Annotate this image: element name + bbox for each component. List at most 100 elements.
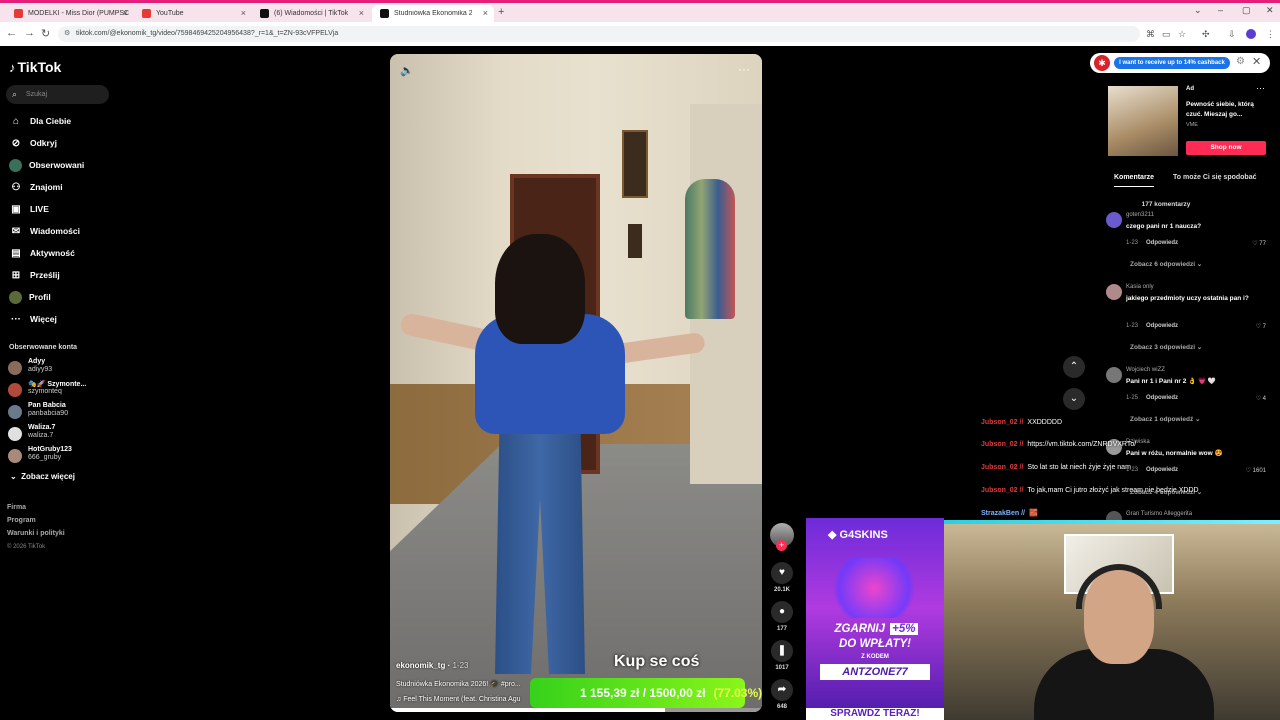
comment-user[interactable]: goten3211 [1126, 212, 1154, 218]
nav-label: LIVE [30, 204, 49, 214]
comment-item: Wojciech wiZZ Pani nr 1 i Pani nr 2 👌 💗 … [1106, 367, 1270, 407]
close-icon[interactable]: × [123, 8, 128, 18]
avatar[interactable] [1106, 284, 1122, 300]
nav-item-for-you[interactable]: ⌂ Dla Ciebie [9, 112, 71, 130]
close-icon[interactable]: × [483, 8, 488, 18]
nav-item-messages[interactable]: ✉ Wiadomości [9, 222, 80, 240]
see-more-label: Zobacz więcej [21, 472, 75, 481]
comment-like-button[interactable]: ♡ 1601 [1246, 467, 1266, 474]
new-tab-button[interactable]: + [498, 6, 504, 18]
back-button[interactable]: ← [6, 27, 17, 39]
search-input[interactable]: ⌕ Szukaj [6, 85, 109, 104]
comment-like-button[interactable]: ♡ 77 [1252, 240, 1266, 247]
tab-title: YouTube [156, 10, 184, 17]
nav-item-profile[interactable]: Profil [9, 288, 51, 306]
close-window-button[interactable]: ✕ [1266, 5, 1274, 16]
reload-button[interactable]: ↻ [41, 27, 50, 40]
footer-link-company[interactable]: Firma [7, 504, 26, 511]
nav-item-activity[interactable]: ▤ Aktywność [9, 244, 75, 262]
view-replies-button[interactable]: Zobacz 1 odpowiedź ⌄ [1130, 415, 1200, 423]
comment-user[interactable]: Wojciech wiZZ [1126, 367, 1165, 373]
like-button[interactable]: ♥ 20.1K [770, 562, 794, 593]
footer-link-program[interactable]: Program [7, 517, 36, 524]
close-icon[interactable]: × [241, 8, 246, 18]
share-button[interactable]: ➦ 648 [770, 679, 794, 710]
gear-icon[interactable]: ⚙ [1236, 56, 1245, 67]
reply-button[interactable]: Odpowiedz [1146, 467, 1178, 473]
site-info-icon[interactable]: ⚙ [64, 26, 70, 42]
video-frame-mural [685, 179, 735, 319]
comment-like-button[interactable]: ♡ 4 [1256, 395, 1266, 402]
chat-message: Jubson_02 //Sto lat sto lat niech żyje ż… [981, 464, 1131, 471]
share-count: 648 [776, 704, 787, 710]
tab-recommendations[interactable]: To może Ci się spodobać [1173, 174, 1257, 181]
account-handle: 666_gruby [28, 454, 62, 461]
comment-user[interactable]: Gran Turismo Alleggerita [1126, 511, 1192, 517]
chat-user: Jubson_02 // [981, 419, 1024, 426]
translate-icon[interactable]: ⌘ [1146, 29, 1155, 40]
tiktok-logo[interactable]: ♪ TikTok [9, 59, 61, 75]
cashback-button[interactable]: I want to receive up to 14% cashback [1114, 57, 1230, 69]
maximize-button[interactable]: ▢ [1242, 5, 1251, 16]
ad-image[interactable] [1108, 86, 1178, 156]
account-name: Adyy [28, 358, 46, 365]
forward-button[interactable]: → [24, 27, 35, 39]
minimize-button[interactable]: – [1218, 5, 1223, 15]
follow-plus-icon[interactable]: + [776, 540, 787, 551]
avatar [8, 427, 22, 441]
browser-tab-modelki[interactable]: MODELKI - Miss Dior (PUMPSC × [6, 5, 134, 22]
browser-tab-youtube[interactable]: YouTube × [134, 5, 252, 22]
save-button[interactable]: ❚ 1017 [770, 640, 794, 671]
video-music[interactable]: ♫ Feel This Moment (feat. Christina Agu [396, 696, 521, 703]
avatar [8, 361, 22, 375]
chat-message: Jubson_02 //XXDDDDD [981, 419, 1062, 426]
nav-item-explore[interactable]: ⊘ Odkryj [9, 134, 57, 152]
comment-meta: 1-23 Odpowiedz [1126, 323, 1178, 329]
comment-like-button[interactable]: ♡ 7 [1256, 323, 1266, 330]
bookmark-star-icon[interactable]: ☆ [1178, 29, 1186, 40]
reply-button[interactable]: Odpowiedz [1146, 395, 1178, 401]
logo-text: TikTok [17, 59, 62, 75]
nav-item-friends[interactable]: ⚇ Znajomi [9, 178, 63, 196]
g4skins-bonus: +5% [890, 623, 918, 635]
cast-icon[interactable]: ▭ [1162, 29, 1171, 40]
see-more-accounts-button[interactable]: ⌄ Zobacz więcej [10, 472, 75, 481]
browser-menu-icon[interactable]: ⋮ [1266, 29, 1275, 40]
close-icon[interactable]: × [359, 8, 364, 18]
reply-button[interactable]: Odpowiedz [1146, 323, 1178, 329]
browser-tab-messages[interactable]: (6) Wiadomości | TikTok × [252, 5, 370, 22]
nav-item-upload[interactable]: ⊞ Prześlij [9, 266, 60, 284]
more-options-icon[interactable]: ··· [738, 62, 750, 76]
url-input[interactable]: ⚙ tiktok.com/@ekonomik_tg/video/75984694… [58, 26, 1140, 42]
reply-button[interactable]: Odpowiedz [1146, 240, 1178, 246]
tab-comments[interactable]: Komentarze [1114, 174, 1155, 187]
video-progress-bar[interactable] [390, 708, 762, 712]
previous-video-button[interactable]: ⌃ [1063, 356, 1085, 378]
downloads-icon[interactable]: ⇩ [1228, 29, 1236, 40]
video-player[interactable]: 🔈 ··· ekonomik_tg · 1-23 Studniówka Ekon… [390, 54, 762, 712]
footer-link-terms[interactable]: Warunki i polityki [7, 530, 65, 537]
volume-icon[interactable]: 🔈 [400, 64, 414, 77]
nav-item-following[interactable]: Obserwowani [9, 156, 84, 174]
avatar[interactable] [1106, 367, 1122, 383]
ad-brand: VME [1186, 122, 1198, 128]
video-author[interactable]: ekonomik_tg · 1-23 [396, 661, 468, 670]
profile-avatar[interactable] [1246, 29, 1256, 39]
view-replies-button[interactable]: Zobacz 3 odpowiedzi ⌄ [1130, 343, 1202, 351]
extensions-icon[interactable]: ✣ [1202, 29, 1210, 40]
next-video-button[interactable]: ⌄ [1063, 388, 1085, 410]
comment-button[interactable]: ● 177 [770, 601, 794, 632]
more-options-icon[interactable]: ··· [1256, 83, 1265, 93]
nav-item-live[interactable]: ▣ LIVE [9, 200, 49, 218]
video-description[interactable]: Studniówka Ekonomika 2026! 🎓 #pro... [396, 680, 521, 688]
view-replies-button[interactable]: Zobacz 6 odpowiedzi ⌄ [1130, 260, 1202, 268]
avatar[interactable] [1106, 212, 1122, 228]
nav-item-more[interactable]: ··· Więcej [9, 310, 57, 328]
chat-user: StrazakBen // [981, 510, 1025, 517]
shop-now-button[interactable]: Shop now [1186, 141, 1266, 155]
browser-tab-active[interactable]: Studniówka Ekonomika 2026 × [372, 5, 494, 22]
tiktok-icon [380, 9, 389, 18]
close-icon[interactable]: ✕ [1252, 55, 1261, 68]
tab-search-button[interactable]: ⌄ [1194, 5, 1202, 16]
comment-user[interactable]: Kasia only [1126, 284, 1154, 290]
